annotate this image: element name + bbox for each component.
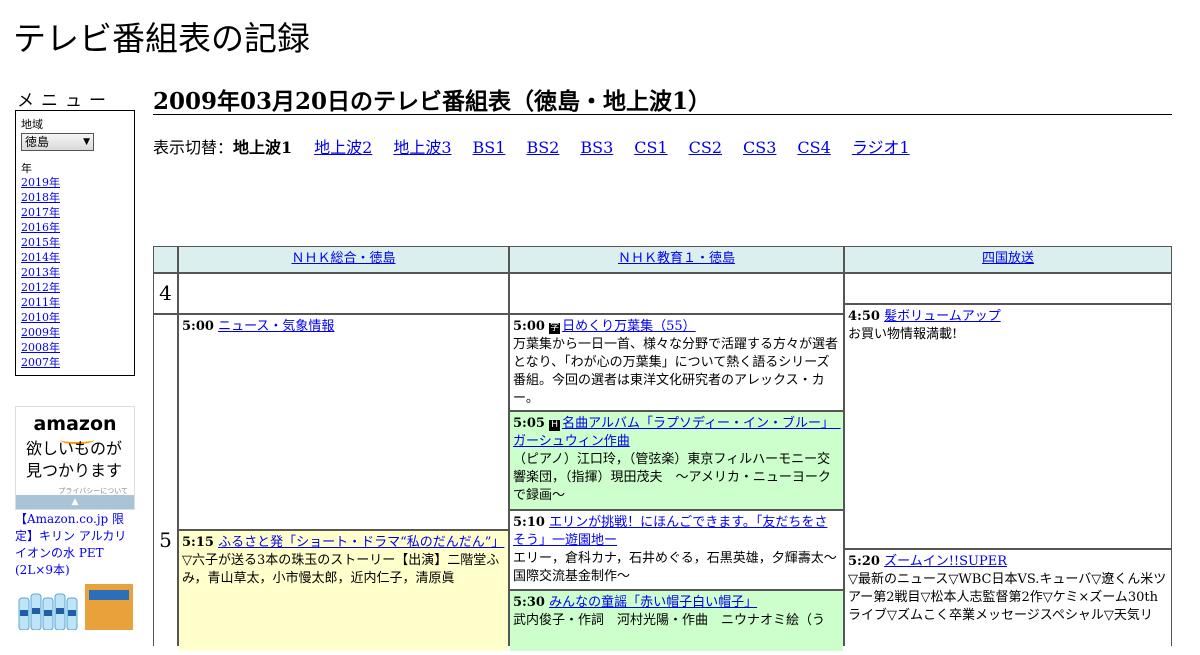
program-title-link[interactable]: ズームイン!!SUPER [884,554,1007,569]
program-cell: 4:50 髪ボリュームアップ お買い物情報満載! [845,305,1171,548]
hd-mark-icon: H [549,420,561,431]
year-link[interactable]: 2007年 [21,356,60,369]
channel-link[interactable]: ＮＨＫ総合・徳島 [291,251,395,266]
hour-cell: 5 [154,315,177,655]
year-link[interactable]: 2018年 [21,191,60,204]
subtitle-mark-icon: 字 [549,323,561,334]
menu-heading: メニュー [17,91,113,111]
switcher-link[interactable]: CS3 [743,138,776,157]
program-time: 4:50 [848,309,880,324]
water-bottles-icon [15,582,135,630]
ad-tagline-line-2: 見つかります [26,461,123,480]
program-description: 武内俊子・作詞 河村光陽・作曲 ニウナオミ絵（う [513,613,826,628]
program-time: 5:10 [513,515,545,530]
switcher-link[interactable]: BS3 [580,138,613,157]
program-description: （ピアノ）江口玲，（管弦楽）東京フィルハーモニー交響楽団，（指揮）現田茂夫 ～ア… [513,452,831,503]
program-title-link[interactable]: 日めくり万葉集（55） [562,319,696,334]
product-image[interactable] [15,582,135,630]
switcher-link[interactable]: ラジオ1 [852,138,910,157]
program-time: 5:30 [513,595,545,610]
program-description: エリー，倉科カナ，石井めぐる，石黒英雄，夕輝壽太～国際交流基金制作～ [513,551,837,584]
program-cell: 5:15 ふるさと発「ショート・ドラマ“私のだんだん”」 ▽六子が送る3本の珠玉… [179,531,508,651]
year-list: 2019年 2018年 2017年 2016年 2015年 2014年 2013… [21,175,60,370]
amazon-ad-banner[interactable]: amazon 欲しいものが 見つかります プライバシーについて ▲ [15,406,135,510]
program-cell: 5:30 みんなの童謡「赤い帽子白い帽子」 武内俊子・作詞 河村光陽・作曲 ニウ… [510,591,843,651]
program-time: 5:15 [182,535,214,550]
year-link[interactable]: 2014年 [21,251,60,264]
year-link[interactable]: 2012年 [21,281,60,294]
switcher-link[interactable]: CS2 [689,138,722,157]
year-link[interactable]: 2011年 [21,296,60,309]
year-label: 年 [21,162,32,175]
site-title: テレビ番組表の記録 [13,19,310,58]
switcher-link[interactable]: CS1 [634,138,667,157]
ad-collapse-bar[interactable]: ▲ [16,495,134,509]
switcher-link[interactable]: CS4 [797,138,830,157]
view-switcher: 表示切替：地上波1 地上波2 地上波3 BS1 BS2 BS3 CS1 CS2 CS3 CS4 ラジ… [153,134,931,158]
empty-slot [845,274,1171,303]
year-link[interactable]: 2017年 [21,206,60,219]
program-time: 5:05 [513,416,545,431]
program-cell: 5:10 エリンが挑戦！にほんごできます。「友だちをさそう」一遊園地ー エリー，… [510,511,843,589]
program-time: 5:00 [513,319,545,334]
program-title-link[interactable]: 名曲アルバム「ラプソディー・イン・ブルー」 ガーシュウィン作曲 [513,416,841,449]
channel-header: ＮＨＫ総合・徳島 [179,247,508,272]
channel-header: ＮＨＫ教育１・徳島 [510,247,843,272]
program-title-link[interactable]: ふるさと発「ショート・ドラマ“私のだんだん”」 [218,535,504,550]
program-cell: 5:00 ニュース・気象情報 [179,315,508,529]
schedule-grid: ＮＨＫ総合・徳島 ＮＨＫ教育１・徳島 四国放送 4 5 5:00 ニュース・気象… [153,246,1172,655]
year-link[interactable]: 2008年 [21,341,60,354]
year-link[interactable]: 2010年 [21,311,60,324]
ad-product-title[interactable]: 【Amazon.co.jp 限定】キリン アルカリイオンの水 PET (2L×9… [15,511,137,579]
channel-header: 四国放送 [845,247,1171,272]
program-title-link[interactable]: ニュース・気象情報 [218,319,334,334]
program-description: お買い物情報満載! [848,327,958,342]
channel-link[interactable]: ＮＨＫ教育１・徳島 [618,251,735,266]
region-select[interactable]: 徳島 ▼ [21,133,94,151]
program-title-link[interactable]: エリンが挑戦！にほんごできます。「友だちをさそう」一遊園地ー [513,515,827,548]
program-time: 5:20 [848,554,880,569]
region-label: 地域 [21,118,43,131]
switcher-link[interactable]: BS1 [473,138,506,157]
year-link[interactable]: 2016年 [21,221,60,234]
page-title: 2009年03月20日のテレビ番組表（徳島・地上波1） [153,82,1172,115]
ad-tagline-line-1: 欲しいものが [26,439,123,458]
channel-link[interactable]: 四国放送 [982,251,1034,266]
program-cell: 5:05 H 名曲アルバム「ラプソディー・イン・ブルー」 ガーシュウィン作曲 （ピ… [510,412,843,509]
region-value: 徳島 [25,135,50,149]
dropdown-arrow-icon: ▼ [83,137,90,147]
program-description: ▽六子が送る3本の珠玉のストーリー【出演】二階堂ふみ，青山草太，小市慢太郎，近内… [182,553,500,586]
empty-slot [179,274,508,313]
switcher-link[interactable]: BS2 [526,138,559,157]
hour-cell: 4 [154,274,177,313]
switcher-current: 地上波1 [233,138,293,157]
switcher-link[interactable]: 地上波3 [393,138,451,157]
year-link[interactable]: 2019年 [21,176,60,189]
program-title-link[interactable]: みんなの童謡「赤い帽子白い帽子」 [549,595,757,610]
switcher-link[interactable]: 地上波2 [314,138,372,157]
menu-panel: 地域 徳島 ▼ 年 2019年 2018年 2017年 2016年 2015年 … [15,110,135,376]
empty-slot [510,274,843,313]
year-link[interactable]: 2009年 [21,326,60,339]
corner-cell [154,247,177,272]
program-description: 万葉集から一日一首、様々な分野で活躍する方々が選者となり、「わが心の万葉集」につ… [513,337,839,406]
amazon-logo: amazon [33,413,117,435]
program-cell: 5:00 字日めくり万葉集（55） 万葉集から一日一首、様々な分野で活躍する方々… [510,315,843,410]
year-link[interactable]: 2013年 [21,266,60,279]
program-time: 5:00 [182,319,214,334]
program-description: ▽最新のニュース▽WBC日本VS.キューバ▽遼くん米ツアー第2戦目▽松本人志監督… [848,572,1167,623]
program-title-link[interactable]: 髪ボリュームアップ [884,309,1001,324]
program-cell: 5:20 ズームイン!!SUPER ▽最新のニュース▽WBC日本VS.キューバ▽… [845,550,1171,651]
chevron-up-icon: ▲ [71,497,79,507]
ad-tagline: 欲しいものが 見つかります [26,438,122,482]
switcher-label: 表示切替： [153,138,234,157]
year-link[interactable]: 2015年 [21,236,60,249]
